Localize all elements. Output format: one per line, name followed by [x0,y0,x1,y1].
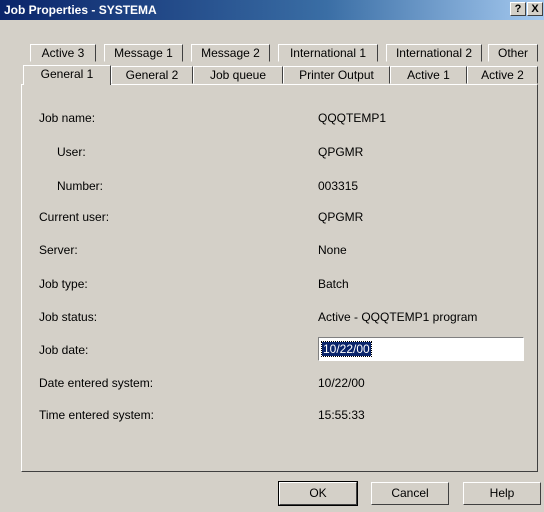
tab-message-1[interactable]: Message 1 [104,44,183,62]
row-time-entered: Time entered system: 15:55:33 [22,408,522,424]
current-user-label: Current user: [39,210,110,224]
job-type-value: Batch [318,277,349,291]
button-bar: OK Cancel Help [0,478,544,512]
time-entered-value: 15:55:33 [318,408,365,422]
job-date-input[interactable]: 10/22/00 [318,337,524,361]
time-entered-label: Time entered system: [39,408,154,422]
row-server: Server: None [22,243,522,259]
server-label: Server: [39,243,78,257]
tab-job-queue[interactable]: Job queue [193,66,283,84]
current-user-value: QPGMR [318,210,364,224]
title-bar: Job Properties - SYSTEMA ? X [0,0,544,20]
job-type-label: Job type: [39,277,88,291]
tab-other[interactable]: Other [488,44,538,62]
tab-general-1[interactable]: General 1 [23,65,111,85]
row-job-status: Job status: Active - QQQTEMP1 program [22,310,522,326]
date-entered-value: 10/22/00 [318,376,365,390]
window-title: Job Properties - SYSTEMA [4,3,157,17]
tab-active-2[interactable]: Active 2 [467,66,538,84]
tab-row-front: General 1 General 2 Job queue Printer Ou… [0,65,544,85]
date-entered-label: Date entered system: [39,376,154,390]
row-job-name: Job name: QQQTEMP1 [22,111,522,127]
job-status-value: Active - QQQTEMP1 program [318,310,478,324]
tab-international-2[interactable]: International 2 [386,44,482,62]
cancel-button[interactable]: Cancel [371,482,449,505]
tab-active-1[interactable]: Active 1 [390,66,467,84]
job-date-label: Job date: [39,343,89,357]
tab-active-3[interactable]: Active 3 [30,44,96,62]
number-value: 003315 [318,179,359,193]
job-status-label: Job status: [39,310,98,324]
row-job-date: Job date: 10/22/00 [22,337,524,361]
help-title-button[interactable]: ? [510,2,526,16]
tab-row-back: Active 3 Message 1 Message 2 Internation… [0,44,544,62]
help-button[interactable]: Help [463,482,541,505]
close-title-button[interactable]: X [527,2,543,16]
general-panel: Job name: QQQTEMP1 User: QPGMR Number: 0… [21,84,538,472]
row-current-user: Current user: QPGMR [22,210,522,226]
user-value: QPGMR [318,145,364,159]
row-job-type: Job type: Batch [22,277,522,293]
row-date-entered: Date entered system: 10/22/00 [22,376,522,392]
tab-general-2[interactable]: General 2 [111,66,193,84]
ok-button[interactable]: OK [278,481,358,506]
number-label: Number: [57,179,104,193]
user-label: User: [57,145,86,159]
server-value: None [318,243,347,257]
row-user: User: QPGMR [22,145,522,161]
job-name-label: Job name: [39,111,96,125]
tab-international-1[interactable]: International 1 [278,44,378,62]
job-date-input-text: 10/22/00 [321,341,372,357]
job-name-value: QQQTEMP1 [318,111,387,125]
tab-message-2[interactable]: Message 2 [191,44,270,62]
tab-printer-output[interactable]: Printer Output [283,66,390,84]
row-number: Number: 003315 [22,179,522,195]
